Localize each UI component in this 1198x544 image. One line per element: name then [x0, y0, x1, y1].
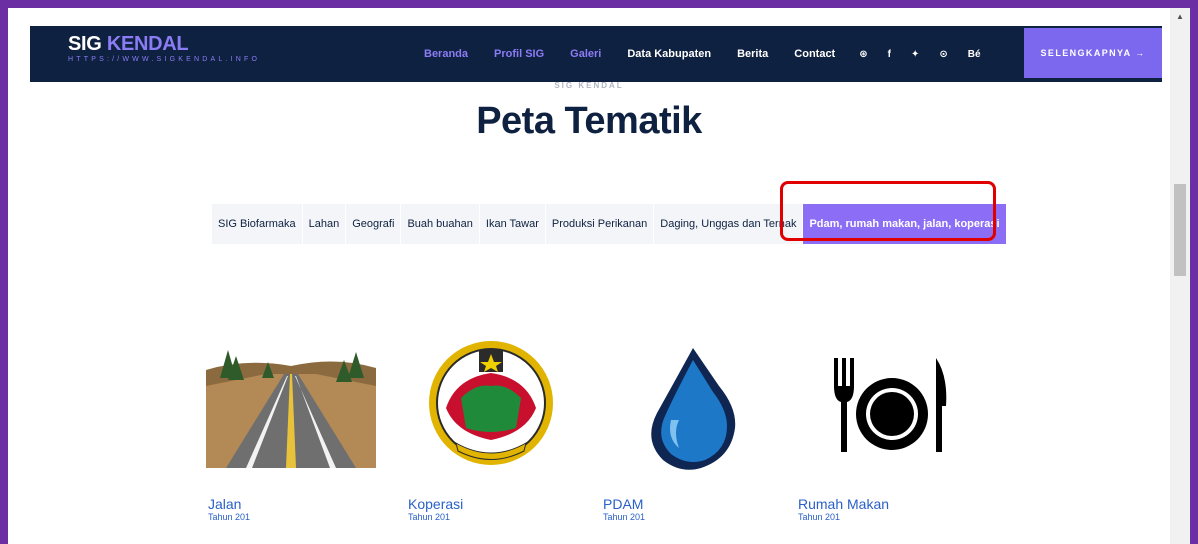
scrollbar-thumb[interactable]: [1174, 184, 1186, 276]
filter-buah-buahan[interactable]: Buah buahan: [401, 204, 479, 244]
card-title[interactable]: Koperasi: [408, 496, 463, 512]
filter-lahan[interactable]: Lahan: [302, 204, 346, 244]
brand-title-main: SIG: [68, 33, 107, 55]
nav-contact[interactable]: Contact: [794, 48, 835, 60]
top-navbar: SIG KENDAL HTTPS://WWW.SIGKENDAL.INFO Be…: [30, 26, 1162, 82]
filter-sig-biofarmaka[interactable]: SIG Biofarmaka: [212, 204, 302, 244]
main-menu: Beranda Profil SIG Galeri Data Kabupaten…: [424, 26, 1001, 82]
twitter-icon[interactable]: ✦: [911, 49, 919, 60]
brand-url: HTTPS://WWW.SIGKENDAL.INFO: [68, 56, 261, 63]
window-border: [1190, 0, 1198, 544]
gallery-card-jalan[interactable]: Jalan Tahun 201: [206, 328, 376, 528]
page-title: Peta Tematik: [476, 100, 702, 142]
card-title[interactable]: Jalan: [208, 496, 241, 512]
pinterest-icon[interactable]: ⊛: [859, 49, 867, 60]
gallery-card-pdam[interactable]: PDAM Tahun 201: [601, 328, 771, 528]
card-subtitle: Tahun 201: [798, 512, 841, 522]
nav-profil-sig[interactable]: Profil SIG: [494, 48, 544, 60]
filter-produksi-perikanan[interactable]: Produksi Perikanan: [545, 204, 654, 244]
card-subtitle: Tahun 201: [408, 512, 451, 522]
brand-logo[interactable]: SIG KENDAL HTTPS://WWW.SIGKENDAL.INFO: [68, 33, 260, 63]
brand-title-accent: KENDAL: [106, 33, 189, 55]
selengkapnya-button[interactable]: SELENGKAPNYA →: [1024, 28, 1162, 78]
nav-beranda[interactable]: Beranda: [424, 48, 468, 60]
facebook-icon[interactable]: f: [888, 49, 891, 60]
water-drop-image: [651, 348, 736, 470]
nav-data-kabupaten[interactable]: Data Kabupaten: [627, 48, 711, 60]
behance-icon[interactable]: Bé: [968, 49, 981, 60]
card-title[interactable]: PDAM: [603, 496, 643, 512]
road-image: [206, 328, 376, 468]
card-subtitle: Tahun 201: [603, 512, 646, 522]
filter-ikan-tawar[interactable]: Ikan Tawar: [479, 204, 545, 244]
card-title[interactable]: Rumah Makan: [798, 496, 889, 512]
gallery-card-koperasi[interactable]: Koperasi Tahun 201: [406, 328, 576, 528]
dribbble-icon[interactable]: ⊙: [939, 49, 947, 60]
filter-geografi[interactable]: Geografi: [346, 204, 401, 244]
gallery-card-rumah-makan[interactable]: Rumah Makan Tahun 201: [796, 328, 966, 528]
brand-title: SIG KENDAL: [68, 33, 260, 55]
browser-viewport: SIG KENDAL HTTPS://WWW.SIGKENDAL.INFO Be…: [8, 8, 1170, 544]
nav-galeri[interactable]: Galeri: [570, 48, 601, 60]
card-subtitle: Tahun 201: [208, 512, 251, 522]
vertical-scrollbar[interactable]: ▲: [1170, 8, 1190, 544]
scroll-up-icon[interactable]: ▲: [1170, 8, 1190, 24]
koperasi-emblem-image: [429, 341, 553, 465]
social-links: ⊛ f ✦ ⊙ Bé: [859, 49, 1000, 60]
nav-berita[interactable]: Berita: [737, 48, 768, 60]
annotation-highlight-box: [780, 181, 996, 241]
restaurant-plate-icon: [834, 358, 947, 452]
section-eyebrow: SIG KENDAL: [554, 81, 624, 90]
